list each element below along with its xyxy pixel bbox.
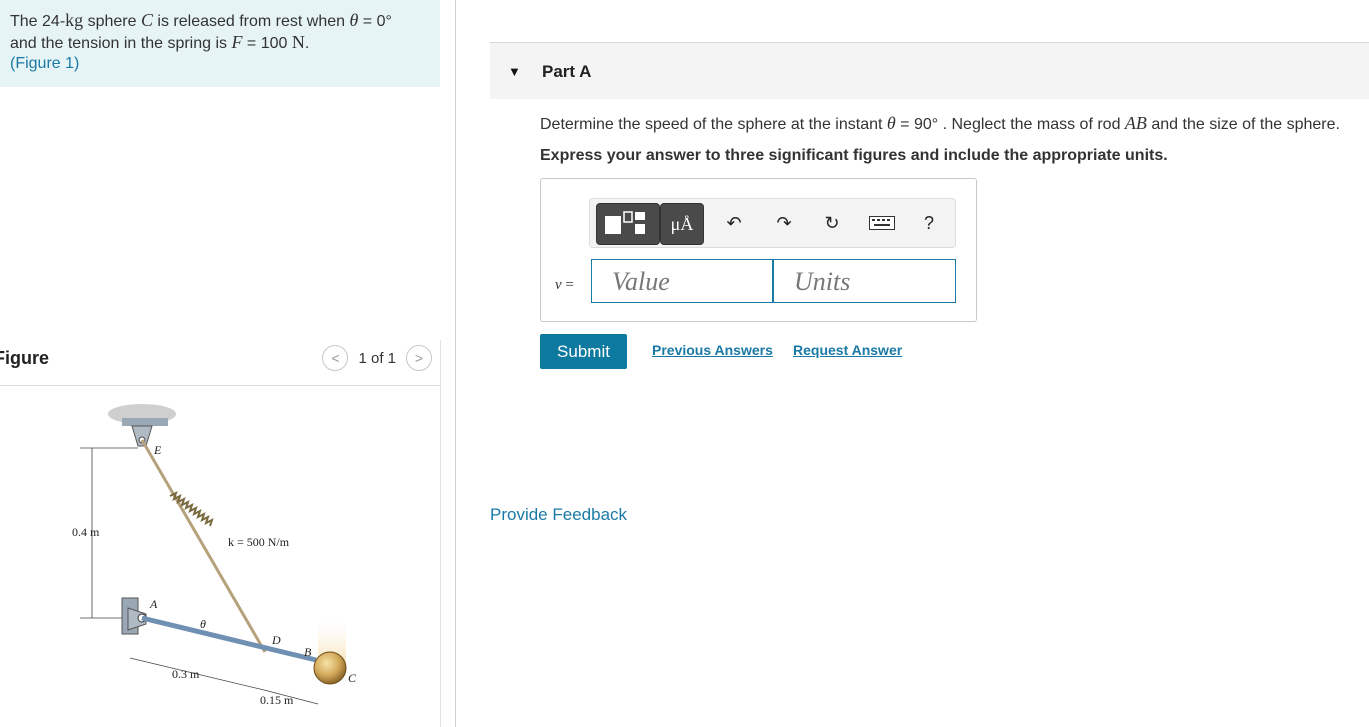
request-answer-link[interactable]: Request Answer (793, 342, 902, 358)
reset-button[interactable]: ↻ (818, 209, 846, 237)
problem-text-2: sphere (83, 13, 141, 30)
tension-unit: N (291, 32, 305, 52)
prev-figure-button[interactable]: < (322, 345, 349, 371)
keyboard-icon (869, 216, 895, 230)
tension-symbol: F (231, 32, 243, 52)
question-angle: = 90° (895, 116, 943, 133)
tension-value: = 100 (242, 35, 292, 52)
figure-divider (440, 340, 441, 727)
answer-variable: v (555, 277, 562, 293)
question-rod: AB (1124, 113, 1147, 133)
figure-pager: < 1 of 1 > (322, 345, 432, 371)
undo-icon: ↶ (726, 212, 742, 233)
previous-answers-link[interactable]: Previous Answers (652, 342, 773, 358)
answer-equals: = (561, 277, 574, 293)
question-theta: θ (886, 113, 896, 133)
provide-feedback-link[interactable]: Provide Feedback (490, 505, 627, 525)
question-part-3: and the size of the sphere. (1146, 116, 1340, 133)
help-icon: ? (923, 212, 934, 233)
math-toolbar: μÅ ↶ ↷ ↻ ? (589, 198, 956, 248)
mechanism-figure: E 0.4 m k = 500 N/m A θ D B C 0.3 m 0.15… (72, 404, 357, 707)
label-d: D (271, 633, 281, 647)
redo-button[interactable]: ↷ (770, 209, 798, 237)
next-figure-button[interactable]: > (406, 345, 432, 371)
problem-period: . (304, 35, 310, 52)
label-dist2: 0.15 m (260, 693, 294, 707)
problem-statement: The 24-kg sphere C is released from rest… (0, 0, 440, 87)
caret-down-icon[interactable]: ▼ (508, 64, 521, 79)
part-title: Part A (542, 62, 592, 81)
label-dist1: 0.3 m (172, 667, 200, 681)
pager-text: 1 of 1 (358, 349, 396, 367)
units-button[interactable]: μÅ (660, 203, 704, 245)
problem-text-4: and the tension in the spring is (10, 35, 232, 52)
label-height: 0.4 m (72, 525, 100, 539)
help-button[interactable]: ? (915, 209, 943, 237)
chevron-right-icon: > (414, 350, 424, 366)
figure-link[interactable]: (Figure 1) (10, 55, 79, 72)
label-theta: θ (200, 617, 206, 631)
mass-unit: kg (65, 10, 84, 30)
figure-header: Figure < 1 of 1 > (0, 345, 440, 386)
sphere-c (313, 651, 347, 685)
redo-icon: ↷ (776, 212, 792, 233)
part-a-header[interactable]: ▼ Part A (490, 43, 1369, 99)
question-part-1: Determine the speed of the sphere at the… (540, 116, 887, 133)
spring-coils (169, 491, 214, 527)
label-b: B (304, 645, 312, 659)
sphere-label: C (140, 10, 153, 30)
problem-text-1: The 24- (10, 13, 66, 30)
value-input[interactable]: Value (591, 259, 773, 303)
panel-divider (455, 0, 456, 727)
instruction-text: Express your answer to three significant… (540, 147, 1168, 164)
label-spring: k = 500 N/m (228, 535, 290, 549)
ceiling-plate (122, 418, 168, 426)
templates-button[interactable] (596, 203, 660, 245)
label-a: A (149, 597, 158, 611)
figure-title: Figure (0, 348, 50, 368)
answer-box: μÅ ↶ ↷ ↻ ? v = Value Units (540, 178, 977, 322)
label-e: E (153, 443, 162, 457)
answer-variable-label: v = (555, 277, 574, 294)
initial-angle: = 0° (358, 13, 392, 30)
question-part-2: . Neglect the mass of rod (942, 116, 1125, 133)
problem-text: The 24-kg sphere C is released from rest… (10, 10, 430, 74)
templates-icon (605, 211, 645, 234)
question-text: Determine the speed of the sphere at the… (540, 113, 1340, 134)
undo-button[interactable]: ↶ (720, 209, 748, 237)
submit-button[interactable]: Submit (540, 334, 627, 369)
rod-ab (141, 615, 317, 663)
keyboard-button[interactable] (868, 209, 896, 237)
page: The 24-kg sphere C is released from rest… (0, 0, 1369, 727)
units-input[interactable]: Units (773, 259, 956, 303)
problem-text-3: is released from rest when (152, 13, 350, 30)
reset-icon: ↻ (824, 212, 840, 233)
chevron-left-icon: < (331, 350, 340, 366)
label-c: C (348, 671, 357, 685)
mu-angstrom-icon: μÅ (670, 213, 694, 234)
